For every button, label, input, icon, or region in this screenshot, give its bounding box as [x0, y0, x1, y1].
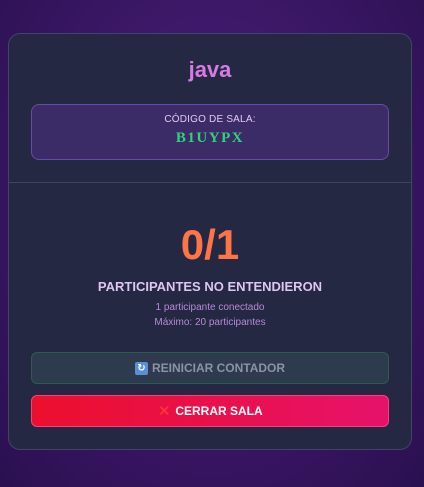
max-participants: Máximo: 20 participantes — [154, 317, 266, 328]
room-code-box: CÓDIGO DE SALA: B1UYPX — [31, 104, 389, 160]
divider — [9, 182, 411, 183]
connected-count: 1 participante conectado — [155, 302, 265, 313]
cross-mark-icon: ✕ — [158, 402, 171, 420]
close-room-label: CERRAR SALA — [175, 404, 263, 418]
reset-counter-label: REINICIAR CONTADOR — [151, 361, 286, 375]
close-room-button[interactable]: ✕ CERRAR SALA — [31, 395, 389, 427]
room-code-label: CÓDIGO DE SALA: — [164, 114, 256, 125]
room-title: java — [188, 57, 232, 82]
participant-counter: 0/1 — [180, 221, 240, 268]
room-card: java CÓDIGO DE SALA: B1UYPX 0/1 PARTICIP… — [8, 33, 412, 450]
room-code-value: B1UYPX — [175, 130, 245, 146]
reset-counter-button[interactable]: ↻ REINICIAR CONTADOR — [31, 352, 389, 384]
refresh-icon: ↻ — [134, 361, 148, 375]
counter-label: PARTICIPANTES NO ENTENDIERON — [97, 279, 323, 294]
